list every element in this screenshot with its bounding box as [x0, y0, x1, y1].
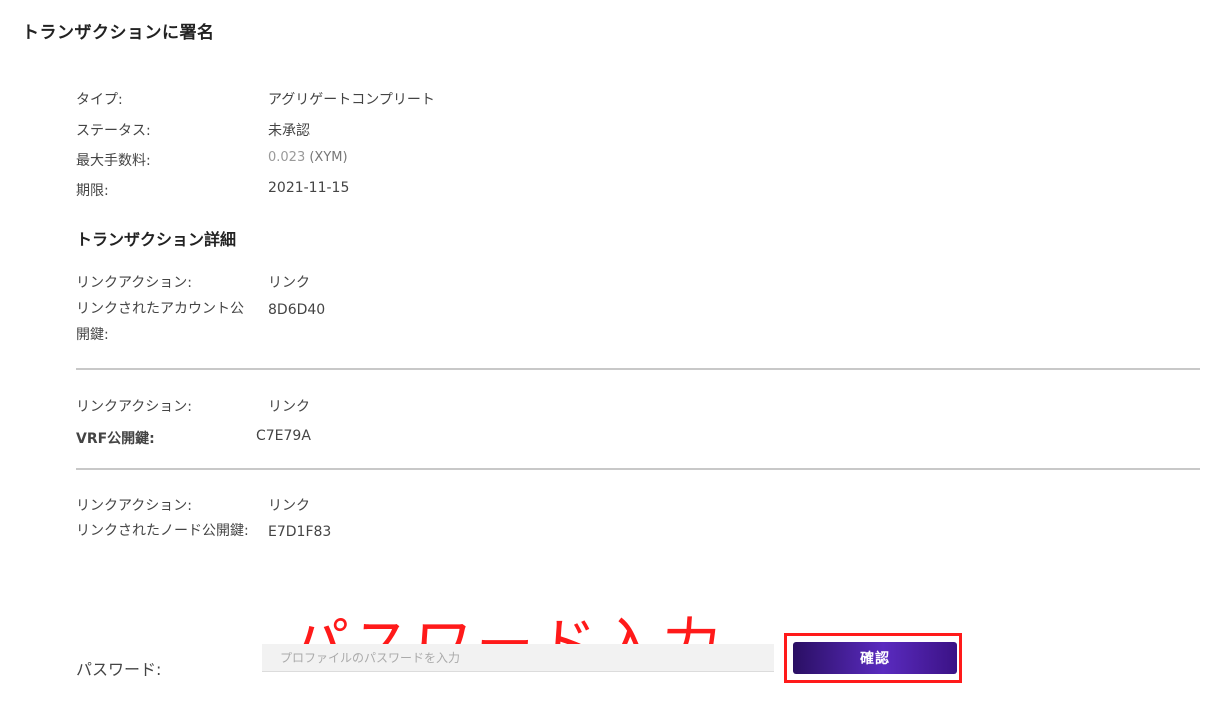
summary-type-label: タイプ:	[76, 92, 123, 108]
detail-3-action-value: リンク	[268, 498, 310, 514]
summary-status-label: ステータス:	[76, 123, 151, 139]
password-label: パスワード:	[76, 660, 162, 679]
summary-fee-value: 0.023 (XYM)	[268, 150, 348, 165]
detail-2-key-label: VRF公開鍵:	[76, 431, 155, 447]
detail-3-key-label: リンクされたノード公開鍵:	[76, 523, 249, 539]
summary-deadline-label: 期限:	[76, 183, 109, 199]
fee-unit: (XYM)	[305, 150, 348, 165]
password-input[interactable]	[262, 644, 774, 672]
page-title: トランザクションに署名	[22, 23, 215, 43]
divider	[76, 468, 1200, 470]
summary-type-value: アグリゲートコンプリート	[268, 92, 435, 108]
details-title: トランザクション詳細	[76, 230, 237, 249]
detail-1-key-value: 8D6D40	[268, 302, 326, 318]
detail-1-action-value: リンク	[268, 275, 310, 291]
detail-3-key-value: E7D1F83	[268, 524, 332, 540]
detail-1-key-label: リンクされたアカウント公開鍵:	[76, 301, 244, 343]
detail-1-action-label: リンクアクション:	[76, 275, 193, 291]
detail-2-action-value: リンク	[268, 399, 310, 415]
summary-deadline-value: 2021-11-15	[268, 180, 350, 196]
fee-amount: 0.023	[268, 150, 306, 165]
detail-3-action-label: リンクアクション:	[76, 498, 193, 514]
detail-2-key-value: C7E79A	[256, 428, 311, 444]
detail-2-action-label: リンクアクション:	[76, 399, 193, 415]
divider	[76, 368, 1200, 370]
summary-fee-label: 最大手数料:	[76, 153, 151, 169]
confirm-button[interactable]: 確認	[793, 642, 957, 674]
summary-status-value: 未承認	[268, 123, 310, 139]
